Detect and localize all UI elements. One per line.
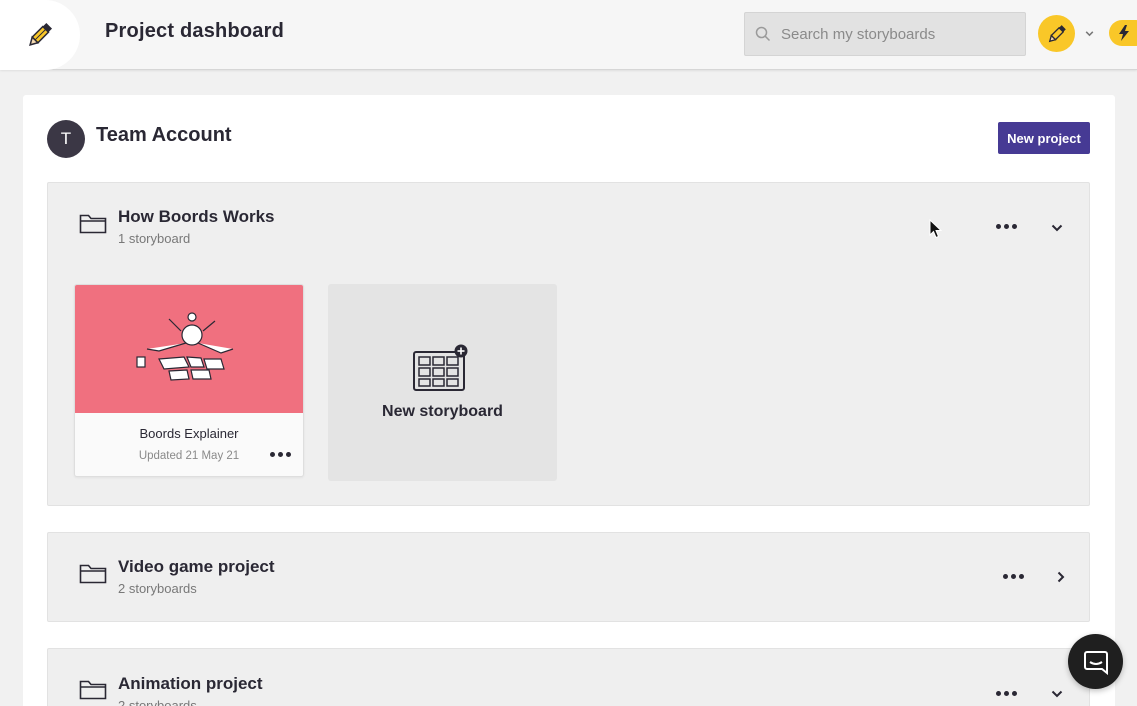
team-name: Team Account (96, 124, 232, 146)
project-title[interactable]: Video game project (118, 557, 275, 577)
project-options-button[interactable] (1003, 574, 1024, 579)
folder-icon (79, 564, 107, 584)
project-title[interactable]: Animation project (118, 674, 263, 694)
team-avatar: T (47, 120, 85, 158)
search-icon (755, 26, 771, 42)
new-storyboard-icon (413, 344, 468, 391)
pencil-icon (29, 22, 53, 46)
folder-icon (79, 680, 107, 700)
user-avatar-button[interactable] (1038, 15, 1075, 52)
storyboard-name[interactable]: Boords Explainer (75, 426, 303, 441)
storyboard-thumbnail[interactable] (75, 285, 303, 413)
new-project-button[interactable]: New project (998, 122, 1090, 154)
team-panel: T Team Account New project How Boords Wo… (23, 95, 1115, 706)
new-storyboard-button[interactable]: New storyboard (328, 284, 557, 481)
folder-icon (79, 214, 107, 234)
project-options-button[interactable] (996, 224, 1017, 229)
upgrade-button[interactable] (1109, 20, 1137, 46)
chevron-down-icon[interactable] (1050, 221, 1064, 235)
project-count: 2 storyboards (118, 698, 197, 706)
page-title: Project dashboard (105, 20, 284, 42)
top-header: Project dashboard (0, 0, 1137, 70)
project-section: Animation project 2 storyboards (47, 648, 1090, 706)
pencil-icon (1048, 24, 1066, 42)
search-input[interactable] (781, 25, 1011, 43)
chevron-down-icon[interactable] (1084, 28, 1095, 39)
chevron-down-icon[interactable] (1050, 687, 1064, 701)
lightning-icon (1119, 25, 1129, 41)
project-count: 2 storyboards (118, 581, 197, 596)
storyboard-card[interactable]: Boords Explainer Updated 21 May 21 (74, 284, 304, 477)
project-section: Video game project 2 storyboards (47, 532, 1090, 622)
illustration-icon (136, 312, 234, 381)
new-storyboard-label: New storyboard (382, 403, 503, 420)
project-title[interactable]: How Boords Works (118, 207, 274, 227)
mouse-cursor-icon (929, 219, 943, 239)
chevron-right-icon[interactable] (1054, 570, 1068, 584)
chat-launcher-button[interactable] (1068, 634, 1123, 689)
app-logo[interactable] (0, 0, 80, 70)
project-count: 1 storyboard (118, 231, 191, 246)
storyboard-options-button[interactable] (270, 452, 291, 457)
chat-icon (1083, 650, 1108, 675)
search-box[interactable] (744, 12, 1026, 56)
storyboard-updated: Updated 21 May 21 (138, 450, 240, 462)
project-options-button[interactable] (996, 691, 1017, 696)
